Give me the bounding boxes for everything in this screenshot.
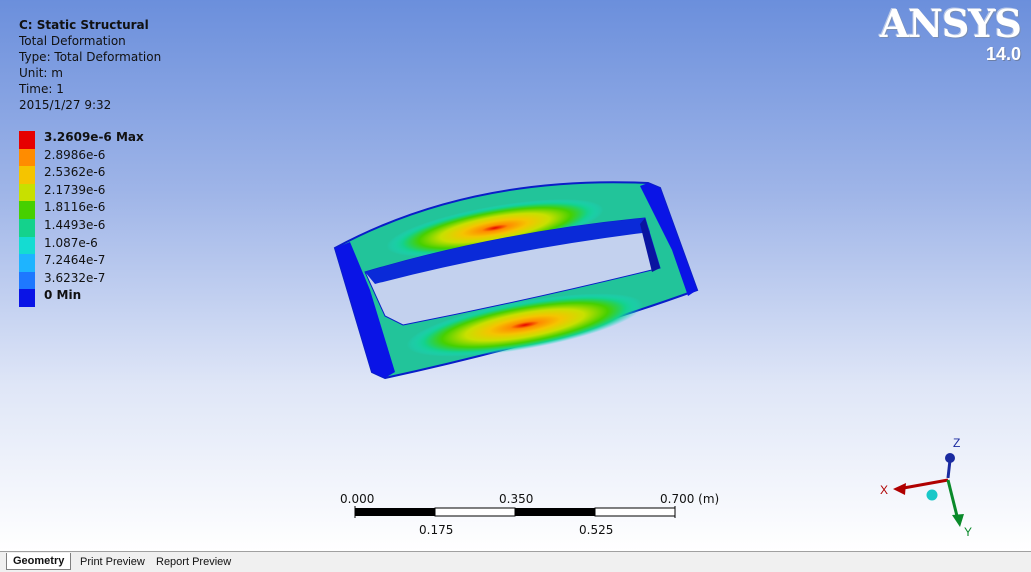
axis-triad[interactable]: Z X Y	[875, 435, 985, 545]
iso-view-ball-icon	[926, 489, 938, 501]
result-date: 2015/1/27 9:32	[19, 98, 112, 112]
scale-label-525: 0.525	[579, 523, 614, 537]
legend-label: 3.2609e-6 Max	[44, 130, 144, 144]
legend-swatch	[19, 183, 35, 202]
legend-swatch	[19, 148, 35, 167]
legend-swatch	[19, 254, 35, 273]
result-name: Total Deformation	[19, 34, 126, 48]
legend-label: 1.8116e-6	[44, 200, 106, 215]
ansys-logo: ANSYS 14.0	[879, 1, 1022, 65]
result-type: Type: Total Deformation	[19, 50, 162, 64]
legend-label: 7.2464e-7	[44, 253, 106, 268]
scale-bar: 0.000 0.350 0.700 (m) 0.175 0.525	[335, 490, 725, 540]
legend-swatch	[19, 236, 35, 255]
legend-swatch	[19, 166, 35, 185]
x-axis-arrow-icon	[893, 483, 906, 495]
y-axis-arrow-icon	[952, 514, 964, 527]
legend-label: 2.8986e-6	[44, 147, 106, 162]
logo-brand: ANSYS	[879, 1, 1022, 46]
scale-label-350: 0.350	[499, 492, 534, 506]
legend-label: 1.087e-6	[44, 235, 98, 250]
triad-y-label: Y	[964, 525, 972, 539]
analysis-title: C: Static Structural	[19, 18, 149, 32]
scale-label-700: 0.700 (m)	[660, 492, 720, 506]
result-time: Time: 1	[19, 82, 64, 96]
legend-swatch	[19, 201, 35, 220]
tab-print-preview[interactable]: Print Preview	[74, 554, 151, 570]
view-tab-bar: Geometry Print Preview Report Preview	[0, 551, 1031, 572]
result-info: C: Static Structural Total Deformation T…	[19, 17, 161, 113]
tab-report-preview[interactable]: Report Preview	[150, 554, 237, 570]
triad-z-label: Z	[953, 436, 960, 450]
logo-version: 14.0	[985, 44, 1021, 64]
z-axis-icon	[945, 453, 955, 463]
result-unit: Unit: m	[19, 66, 63, 80]
legend-swatch	[19, 218, 35, 237]
legend-label: 1.4493e-6	[44, 217, 106, 232]
legend-swatch	[19, 131, 35, 149]
model-contour-plot[interactable]	[320, 170, 720, 390]
graphics-viewport[interactable]: C: Static Structural Total Deformation T…	[0, 0, 1031, 551]
legend-label: 2.1739e-6	[44, 182, 106, 197]
legend-label: 2.5362e-6	[44, 165, 106, 180]
scale-label-0: 0.000	[340, 492, 375, 506]
tab-geometry[interactable]: Geometry	[6, 553, 72, 570]
scale-label-175: 0.175	[419, 523, 454, 537]
legend-label: 0 Min	[44, 288, 82, 303]
legend-swatch	[19, 271, 35, 290]
triad-x-label: X	[880, 483, 888, 497]
legend-label: 3.6232e-7	[44, 270, 106, 285]
legend-swatch	[19, 289, 35, 308]
